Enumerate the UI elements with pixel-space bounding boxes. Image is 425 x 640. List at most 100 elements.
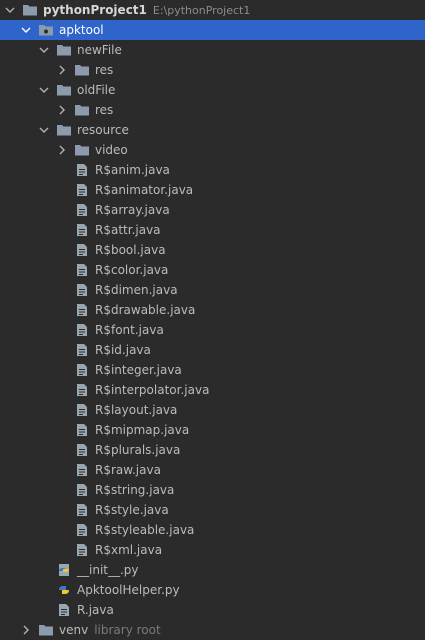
chevron-right-icon[interactable] bbox=[56, 100, 68, 120]
tree-row-root[interactable]: pythonProject1 E:\pythonProject1 bbox=[0, 0, 425, 20]
java-file-icon bbox=[74, 522, 90, 538]
tree-row-resource-file[interactable]: R$anim.java bbox=[0, 160, 425, 180]
java-file-icon bbox=[74, 182, 90, 198]
java-file-icon bbox=[74, 222, 90, 238]
tree-row-resource-file[interactable]: R$integer.java bbox=[0, 360, 425, 380]
java-file-icon bbox=[74, 282, 90, 298]
tree-row-resource-file[interactable]: R$bool.java bbox=[0, 240, 425, 260]
chevron-down-icon[interactable] bbox=[38, 80, 50, 100]
python-package-icon bbox=[56, 562, 72, 578]
tree-row-resource[interactable]: resource bbox=[0, 120, 425, 140]
tree-row-resource-file[interactable]: R$animator.java bbox=[0, 180, 425, 200]
java-file-icon bbox=[74, 162, 90, 178]
tree-row-resource-file[interactable]: R$layout.java bbox=[0, 400, 425, 420]
resource-file-label: R$mipmap.java bbox=[95, 423, 190, 437]
root-label: pythonProject1 bbox=[43, 3, 147, 17]
newfile-label: newFile bbox=[77, 43, 122, 57]
resource-file-label: R$style.java bbox=[95, 503, 169, 517]
chevron-down-icon[interactable] bbox=[20, 20, 32, 40]
library-folder-icon bbox=[38, 622, 54, 638]
apktoolhelper-py-label: ApktoolHelper.py bbox=[77, 583, 180, 597]
video-label: video bbox=[95, 143, 128, 157]
java-file-icon bbox=[74, 482, 90, 498]
java-file-icon bbox=[74, 382, 90, 398]
tree-row-oldfile-res[interactable]: res bbox=[0, 100, 425, 120]
resource-file-label: R$interpolator.java bbox=[95, 383, 210, 397]
tree-row-init-py[interactable]: __init__.py bbox=[0, 560, 425, 580]
oldfile-label: oldFile bbox=[77, 83, 116, 97]
tree-row-video[interactable]: video bbox=[0, 140, 425, 160]
resource-file-label: R$font.java bbox=[95, 323, 164, 337]
tree-row-resource-file[interactable]: R$id.java bbox=[0, 340, 425, 360]
newfile-res-label: res bbox=[95, 63, 114, 77]
resource-file-label: R$attr.java bbox=[95, 223, 161, 237]
resource-file-label: R$color.java bbox=[95, 263, 169, 277]
java-file-icon bbox=[56, 602, 72, 618]
resource-file-label: R$raw.java bbox=[95, 463, 161, 477]
java-file-icon bbox=[74, 402, 90, 418]
oldfile-res-label: res bbox=[95, 103, 114, 117]
resource-file-label: R$integer.java bbox=[95, 363, 182, 377]
init-py-label: __init__.py bbox=[77, 563, 139, 577]
venv-label: venv bbox=[59, 623, 89, 637]
tree-row-resource-file[interactable]: R$interpolator.java bbox=[0, 380, 425, 400]
chevron-down-icon[interactable] bbox=[38, 120, 50, 140]
java-file-icon bbox=[74, 322, 90, 338]
tree-row-venv[interactable]: venv library root bbox=[0, 620, 425, 640]
tree-row-resource-file[interactable]: R$string.java bbox=[0, 480, 425, 500]
tree-row-resource-file[interactable]: R$drawable.java bbox=[0, 300, 425, 320]
resource-file-label: R$array.java bbox=[95, 203, 170, 217]
resource-file-label: R$bool.java bbox=[95, 243, 166, 257]
java-file-icon bbox=[74, 202, 90, 218]
folder-icon bbox=[56, 122, 72, 138]
resource-label: resource bbox=[77, 123, 129, 137]
java-file-icon bbox=[74, 422, 90, 438]
folder-icon bbox=[74, 102, 90, 118]
resource-file-label: R$styleable.java bbox=[95, 523, 195, 537]
resource-file-label: R$string.java bbox=[95, 483, 175, 497]
tree-row-oldfile[interactable]: oldFile bbox=[0, 80, 425, 100]
java-file-icon bbox=[74, 362, 90, 378]
folder-icon bbox=[22, 2, 38, 18]
python-package-folder-icon bbox=[38, 22, 54, 38]
tree-row-r-java[interactable]: R.java bbox=[0, 600, 425, 620]
tree-row-apktool[interactable]: apktool bbox=[0, 20, 425, 40]
resource-file-label: R$layout.java bbox=[95, 403, 178, 417]
java-file-icon bbox=[74, 462, 90, 478]
root-path: E:\pythonProject1 bbox=[152, 3, 251, 17]
tree-row-resource-file[interactable]: R$attr.java bbox=[0, 220, 425, 240]
tree-row-resource-file[interactable]: R$xml.java bbox=[0, 540, 425, 560]
venv-note: library root bbox=[94, 623, 161, 637]
java-file-icon bbox=[74, 442, 90, 458]
chevron-right-icon[interactable] bbox=[56, 60, 68, 80]
apktool-label: apktool bbox=[59, 23, 104, 37]
chevron-down-icon[interactable] bbox=[4, 0, 16, 20]
resource-file-label: R$xml.java bbox=[95, 543, 163, 557]
tree-row-newfile[interactable]: newFile bbox=[0, 40, 425, 60]
tree-row-newfile-res[interactable]: res bbox=[0, 60, 425, 80]
tree-row-resource-file[interactable]: R$array.java bbox=[0, 200, 425, 220]
folder-icon bbox=[56, 82, 72, 98]
tree-row-resource-file[interactable]: R$mipmap.java bbox=[0, 420, 425, 440]
resource-file-label: R$dimen.java bbox=[95, 283, 178, 297]
python-file-icon bbox=[56, 582, 72, 598]
chevron-right-icon[interactable] bbox=[20, 620, 32, 640]
java-file-icon bbox=[74, 242, 90, 258]
project-tree: pythonProject1 E:\pythonProject1 apktool… bbox=[0, 0, 425, 637]
java-file-icon bbox=[74, 262, 90, 278]
java-file-icon bbox=[74, 502, 90, 518]
tree-row-resource-file[interactable]: R$dimen.java bbox=[0, 280, 425, 300]
folder-icon bbox=[56, 42, 72, 58]
resource-file-label: R$anim.java bbox=[95, 163, 170, 177]
tree-row-resource-file[interactable]: R$plurals.java bbox=[0, 440, 425, 460]
tree-row-resource-file[interactable]: R$style.java bbox=[0, 500, 425, 520]
resource-file-label: R$drawable.java bbox=[95, 303, 196, 317]
tree-row-resource-file[interactable]: R$font.java bbox=[0, 320, 425, 340]
chevron-right-icon[interactable] bbox=[56, 140, 68, 160]
tree-row-resource-file[interactable]: R$styleable.java bbox=[0, 520, 425, 540]
tree-row-apktoolhelper-py[interactable]: ApktoolHelper.py bbox=[0, 580, 425, 600]
tree-row-resource-file[interactable]: R$color.java bbox=[0, 260, 425, 280]
resource-file-label: R$id.java bbox=[95, 343, 151, 357]
chevron-down-icon[interactable] bbox=[38, 40, 50, 60]
tree-row-resource-file[interactable]: R$raw.java bbox=[0, 460, 425, 480]
